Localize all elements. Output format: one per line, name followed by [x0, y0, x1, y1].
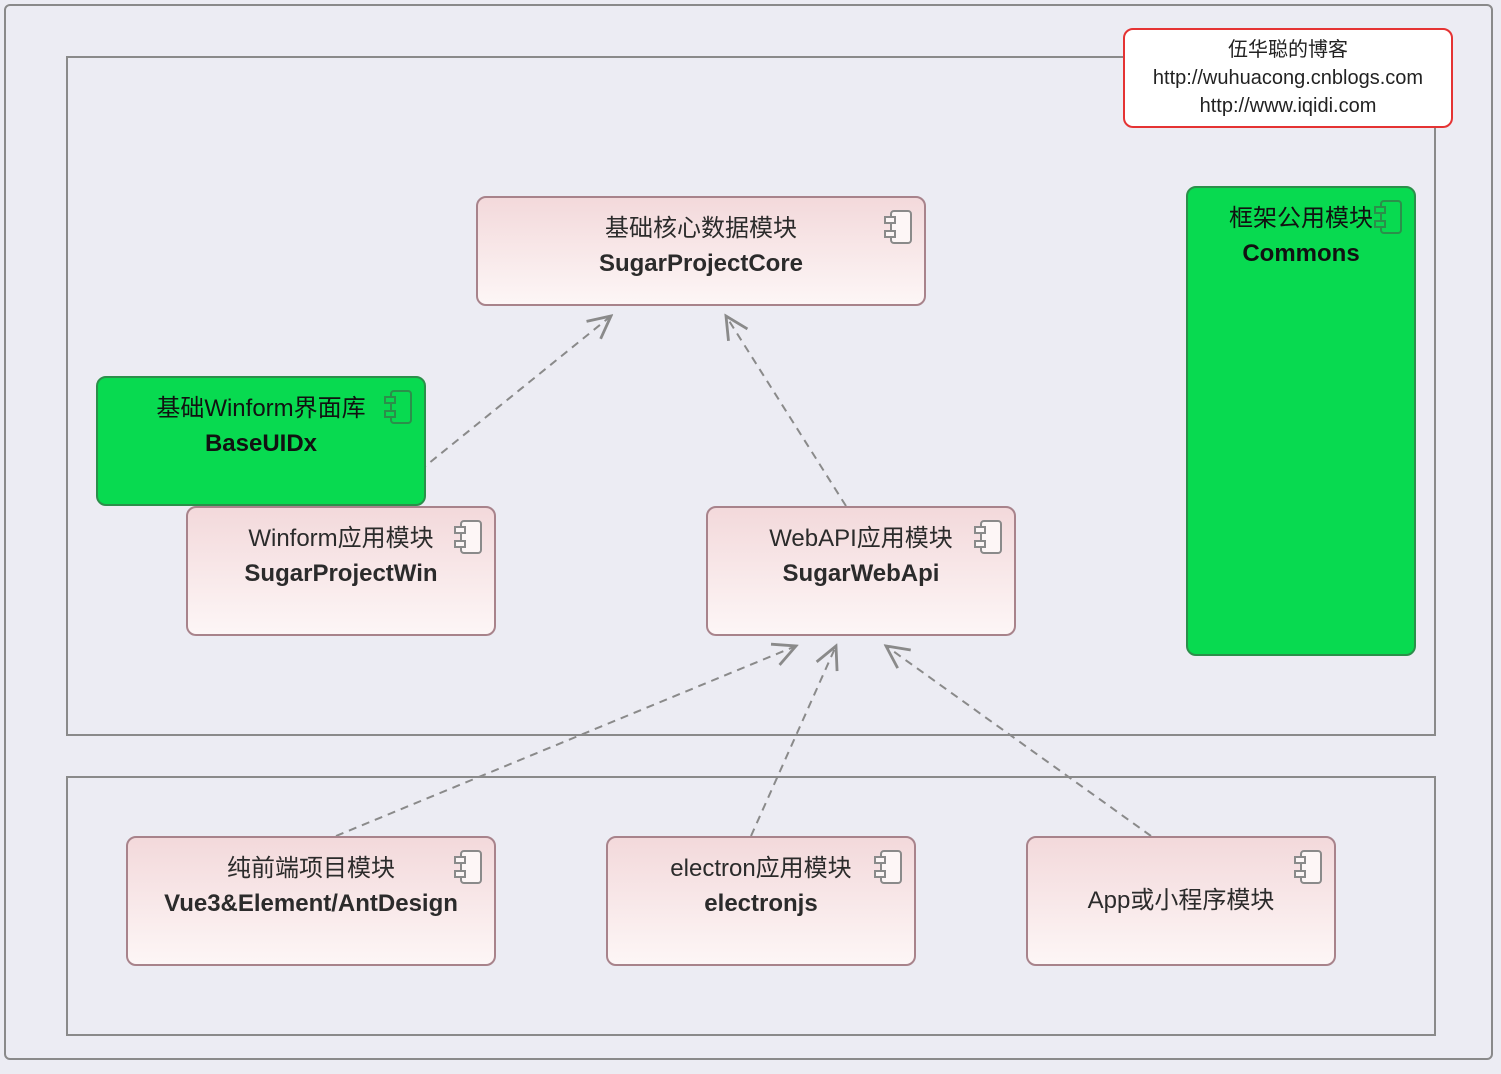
component-title: Winform应用模块	[248, 522, 433, 557]
component-subtitle: SugarWebApi	[783, 557, 940, 592]
component-title: App或小程序模块	[1088, 884, 1275, 919]
component-title: electron应用模块	[670, 852, 851, 887]
component-icon	[1374, 200, 1402, 234]
component-electron: electron应用模块 electronjs	[606, 836, 916, 966]
component-subtitle: Commons	[1242, 237, 1359, 272]
component-subtitle: Vue3&Element/AntDesign	[164, 887, 458, 922]
component-subtitle: SugarProjectWin	[244, 557, 437, 592]
component-icon	[454, 850, 482, 884]
diagram-canvas: 伍华聪的博客 http://wuhuacong.cnblogs.com http…	[4, 4, 1493, 1060]
component-baseuidx: 基础Winform界面库 BaseUIDx	[96, 376, 426, 506]
component-subtitle: electronjs	[704, 887, 817, 922]
component-title: 基础Winform界面库	[156, 392, 365, 427]
component-icon	[874, 850, 902, 884]
component-icon	[384, 390, 412, 424]
watermark-url2: http://www.iqidi.com	[1200, 92, 1377, 120]
component-commons: 框架公用模块 Commons	[1186, 186, 1416, 656]
component-title: WebAPI应用模块	[769, 522, 953, 557]
component-icon	[974, 520, 1002, 554]
component-core: 基础核心数据模块 SugarProjectCore	[476, 196, 926, 306]
component-icon	[884, 210, 912, 244]
component-icon	[454, 520, 482, 554]
component-subtitle: SugarProjectCore	[599, 247, 803, 282]
watermark-card: 伍华聪的博客 http://wuhuacong.cnblogs.com http…	[1123, 28, 1453, 128]
component-app: App或小程序模块	[1026, 836, 1336, 966]
component-win: Winform应用模块 SugarProjectWin	[186, 506, 496, 636]
component-webapi: WebAPI应用模块 SugarWebApi	[706, 506, 1016, 636]
component-title: 纯前端项目模块	[227, 852, 395, 887]
component-title: 基础核心数据模块	[605, 212, 797, 247]
component-subtitle: BaseUIDx	[205, 427, 317, 462]
component-title: 框架公用模块	[1229, 202, 1373, 237]
watermark-title: 伍华聪的博客	[1228, 36, 1348, 64]
component-vue: 纯前端项目模块 Vue3&Element/AntDesign	[126, 836, 496, 966]
watermark-url1: http://wuhuacong.cnblogs.com	[1153, 64, 1423, 92]
component-icon	[1294, 850, 1322, 884]
